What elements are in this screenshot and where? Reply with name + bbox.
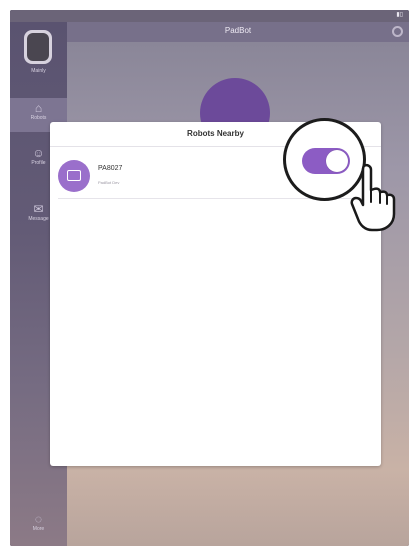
battery-icon: ▮▯: [396, 12, 403, 18]
page-title: PadBot: [224, 26, 252, 35]
status-bar: ▮▯: [10, 10, 409, 22]
screen-icon: [67, 170, 81, 181]
toggle-knob[interactable]: [326, 150, 348, 172]
sidebar-item-more[interactable]: ◌ More: [10, 512, 67, 532]
tablet-screen: ▮▯ PadBot Mainly ⌂ Robots ☺ Profile ✉ Me…: [10, 10, 409, 546]
sidebar-item-label: Mainly: [31, 68, 46, 74]
sidebar-item-label: Robots: [30, 115, 47, 121]
robot-icon: ⌂: [34, 101, 43, 115]
connect-toggle[interactable]: [302, 148, 350, 174]
avatar[interactable]: [24, 30, 52, 64]
robot-name: PA8027: [98, 165, 123, 172]
robot-icon: [58, 160, 90, 192]
navbar: PadBot: [67, 22, 409, 42]
sidebar-item-mainly[interactable]: Mainly: [10, 68, 67, 74]
tap-hand-icon: [350, 163, 396, 232]
sidebar-item-label: More: [32, 526, 45, 532]
settings-gear-icon[interactable]: [392, 26, 403, 37]
sidebar-item-label: Message: [28, 216, 49, 222]
sidebar-item-label: Profile: [31, 160, 46, 166]
robot-subtitle: PadBot Dev: [98, 180, 120, 185]
avatar-image: [27, 33, 49, 61]
more-icon: ◌: [34, 512, 43, 526]
